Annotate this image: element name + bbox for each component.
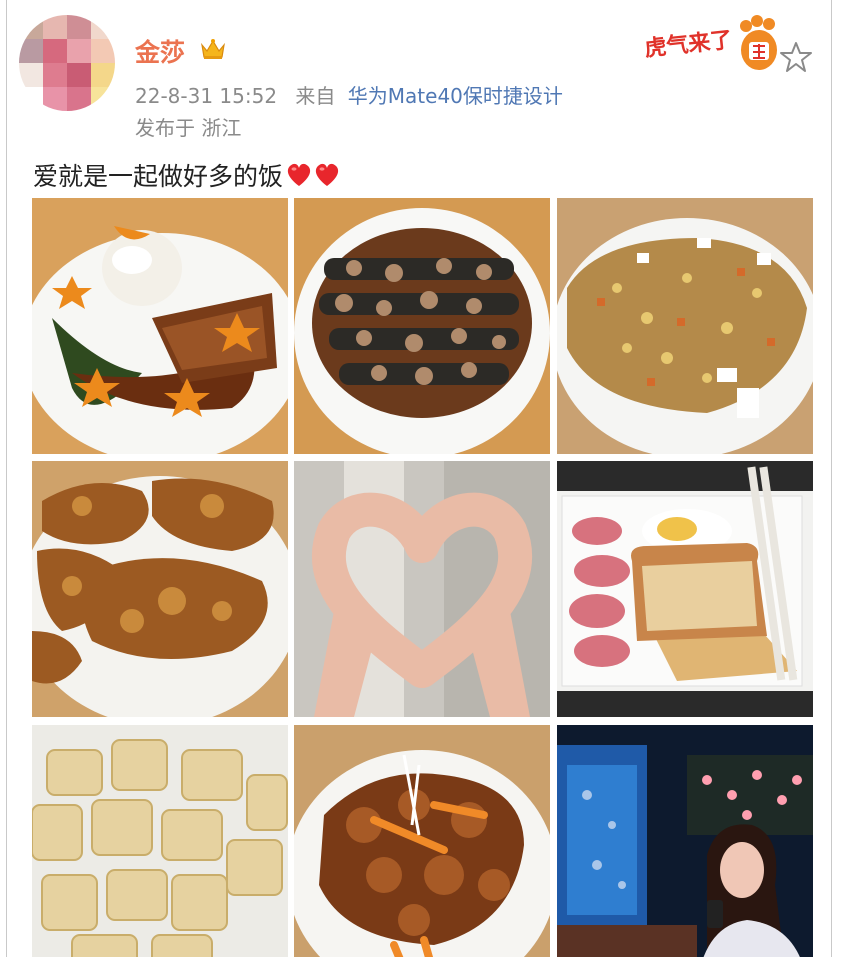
post-text-content: 爱就是一起做好多的饭 [33,162,284,191]
eggplant-dish-photo[interactable] [294,198,550,454]
photo-image [294,725,550,957]
photo-image [32,461,288,717]
toast-breakfast-photo[interactable] [557,461,813,717]
photo-image [557,725,813,957]
photo-image [557,461,813,717]
fried-rice-photo[interactable] [557,198,813,454]
hand-heart-photo[interactable] [294,461,550,717]
tiger-badge-icon: 虎气来了 [643,15,777,70]
post-meta: 22-8-31 15:52 来自 华为Mate40保时捷设计 [135,80,563,109]
rice-with-chicken-photo[interactable] [32,198,288,454]
from-label: 来自 [295,84,336,108]
crown-icon [201,39,225,59]
photo-image [294,198,550,454]
avatar[interactable] [19,15,115,111]
device-source-link[interactable]: 华为Mate40保时捷设计 [348,84,563,108]
post-text: 爱就是一起做好多的饭 [33,157,341,194]
post-timestamp: 22-8-31 15:52 [135,84,278,108]
post-location: 发布于 浙江 [135,116,242,140]
badge-text: 虎气来了 [643,27,733,62]
heart-emoji-icon [285,162,341,194]
author-name[interactable]: 金莎 [135,33,185,69]
sweet-sour-pork-photo[interactable] [294,725,550,957]
photo-image [32,198,288,454]
crispy-tofu-photo[interactable] [32,725,288,957]
aquarium-selfie-photo[interactable] [557,725,813,957]
photo-image [32,725,288,957]
weibo-post-card: 金莎 22-8-31 15:52 来自 华为Mate40保时捷设计 发布于 浙江… [6,0,832,957]
star-icon[interactable] [779,40,813,74]
photo-image [294,461,550,717]
photo-image [557,198,813,454]
fried-cutlet-photo[interactable] [32,461,288,717]
